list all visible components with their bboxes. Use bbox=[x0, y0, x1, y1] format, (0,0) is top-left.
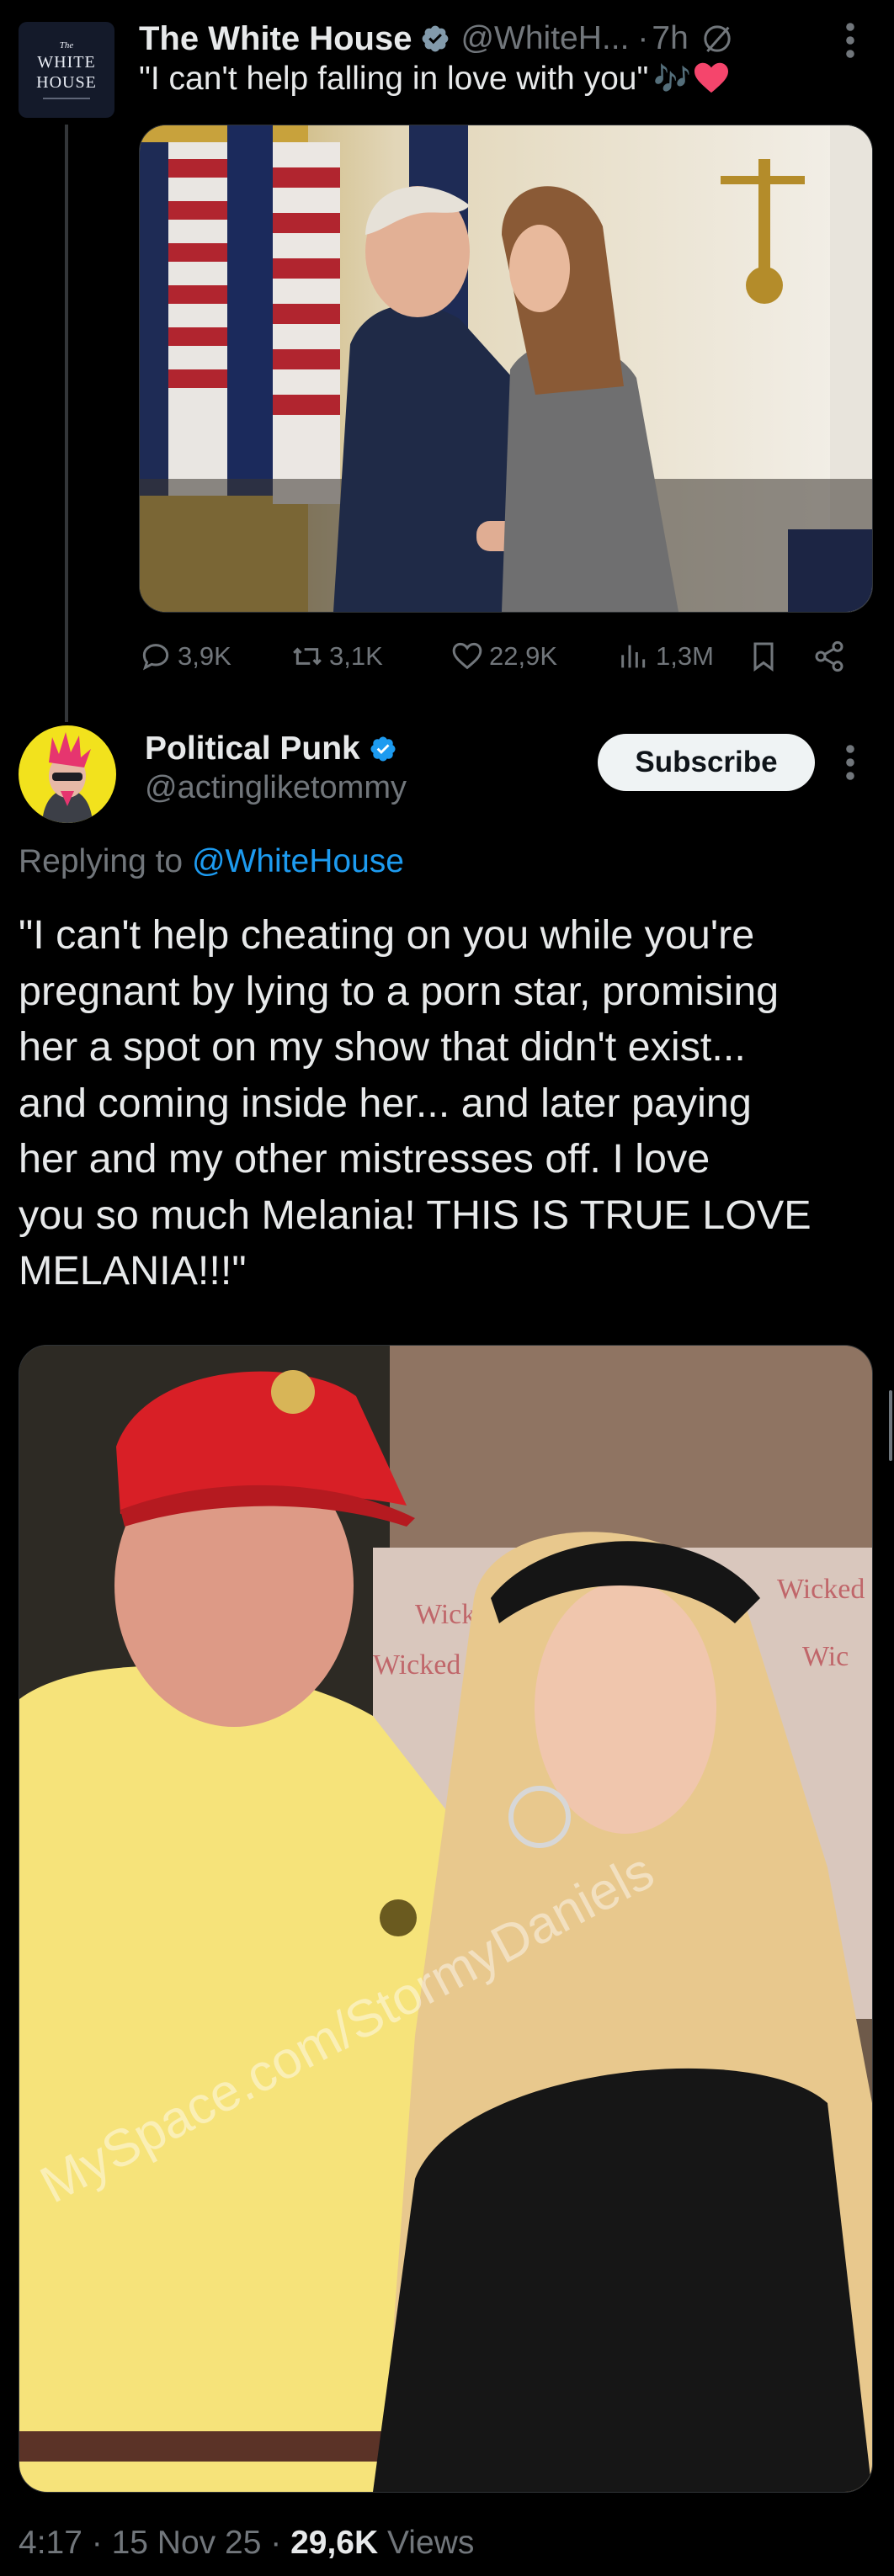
replying-to-line: Replying to @WhiteHouse bbox=[19, 843, 404, 880]
repost-button[interactable]: 3,1K bbox=[290, 633, 383, 680]
reply-meta: 4:17 · 15 Nov 25 · 29,6K Views bbox=[19, 2525, 474, 2562]
tweet1-handle[interactable]: @WhiteH... bbox=[460, 20, 629, 57]
reply-date[interactable]: 15 Nov 25 bbox=[112, 2525, 262, 2561]
avatar-rule bbox=[43, 97, 90, 99]
heart-icon bbox=[452, 642, 482, 670]
avatar-text-line1: WHITE bbox=[37, 52, 96, 72]
more-vertical-icon[interactable] bbox=[833, 741, 867, 784]
reply-views-label: Views bbox=[387, 2525, 475, 2561]
repost-icon bbox=[293, 647, 322, 666]
reply-text-line: her and my other mistresses off. I love bbox=[19, 1136, 710, 1182]
reply-author-handle[interactable]: @actingliketommy bbox=[145, 770, 407, 806]
reply-author-name[interactable]: Political Punk bbox=[145, 730, 360, 767]
replying-to-mention[interactable]: @WhiteHouse bbox=[192, 843, 404, 879]
scroll-indicator[interactable] bbox=[889, 1390, 892, 1461]
reply-text-line: "I can't help cheating on you while you'… bbox=[19, 912, 755, 958]
share-button[interactable] bbox=[812, 633, 851, 680]
verified-badge-icon bbox=[370, 736, 396, 762]
reply-time[interactable]: 4:17 bbox=[19, 2525, 82, 2561]
reply-views-count: 29,6K bbox=[290, 2525, 379, 2561]
tweet1-text-content: "I can't help falling in love with you" bbox=[139, 61, 649, 97]
repost-count: 3,1K bbox=[329, 641, 383, 671]
reply-count: 3,9K bbox=[178, 641, 231, 671]
views-count: 1,3M bbox=[656, 641, 714, 671]
heart-emoji-icon bbox=[694, 62, 729, 93]
like-count: 22,9K bbox=[489, 641, 558, 671]
music-notes-emoji: 🎶 bbox=[653, 61, 692, 96]
like-button[interactable]: 22,9K bbox=[450, 633, 557, 680]
reply-text-line: pregnant by lying to a porn star, promis… bbox=[19, 968, 780, 1014]
svg-text:Wic: Wic bbox=[802, 1641, 849, 1672]
reply-button[interactable]: 3,9K bbox=[139, 633, 231, 680]
reply-text-line: her a spot on my show that didn't exist.… bbox=[19, 1024, 746, 1070]
reply-text-line: MELANIA!!!" bbox=[19, 1248, 247, 1293]
political-punk-avatar[interactable] bbox=[19, 725, 116, 823]
svg-text:Wicked: Wicked bbox=[777, 1574, 865, 1605]
svg-text:Wicked: Wicked bbox=[373, 1649, 460, 1681]
verified-badge-icon bbox=[423, 25, 449, 52]
tweet1-text: "I can't help falling in love with you" 🎶 bbox=[139, 61, 730, 98]
punk-avatar-illustration bbox=[19, 725, 116, 823]
grok-icon[interactable] bbox=[700, 22, 734, 56]
replying-to-prefix: Replying to bbox=[19, 843, 184, 879]
bookmark-button[interactable] bbox=[747, 633, 785, 680]
tweet1-photo-illustration bbox=[140, 125, 872, 612]
thread-connector-line bbox=[65, 125, 68, 722]
bookmark-icon bbox=[753, 642, 774, 672]
meta-separator: · bbox=[91, 2525, 103, 2561]
reply-photo[interactable]: Wicked Wicked Wicked Wic MySpace.com/Sto… bbox=[19, 1345, 873, 2493]
reply-author-row: Political Punk bbox=[145, 725, 397, 773]
reply-text-line: and coming inside her... and later payin… bbox=[19, 1080, 752, 1126]
white-house-avatar[interactable]: The WHITE HOUSE bbox=[19, 22, 114, 118]
subscribe-button[interactable]: Subscribe bbox=[598, 734, 815, 791]
reply-text: "I can't help cheating on you while you'… bbox=[19, 907, 873, 1299]
reply-text-line: you so much Melania! THIS IS TRUE LOVE bbox=[19, 1192, 812, 1238]
meta-separator: · bbox=[270, 2525, 282, 2561]
reply-icon bbox=[142, 644, 169, 671]
avatar-text-line2: HOUSE bbox=[36, 72, 97, 92]
tweet1-separator: · bbox=[637, 20, 649, 56]
more-vertical-icon[interactable] bbox=[833, 19, 867, 62]
views-chart-icon bbox=[621, 645, 646, 668]
views-button[interactable]: 1,3M bbox=[617, 633, 714, 680]
tweet1-time[interactable]: 7h bbox=[652, 20, 688, 57]
tweet1-action-bar: 3,9K 3,1K 22,9K 1,3M bbox=[139, 633, 871, 680]
avatar-text-small: The bbox=[59, 40, 74, 50]
reply-photo-illustration: Wicked Wicked Wicked Wic MySpace.com/Sto… bbox=[19, 1346, 872, 2492]
share-icon bbox=[815, 640, 843, 672]
tweet1-header: The White House @WhiteH... · 7h bbox=[139, 13, 871, 64]
tweet1-photo[interactable] bbox=[139, 125, 873, 613]
tweet1-author-name[interactable]: The White House bbox=[139, 20, 412, 58]
